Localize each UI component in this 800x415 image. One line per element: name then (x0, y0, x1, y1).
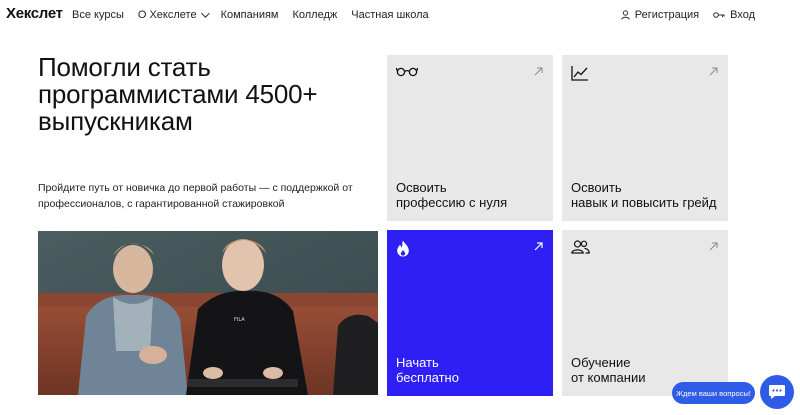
glasses-icon (396, 67, 418, 77)
auth-links: Регистрация Вход (607, 9, 755, 21)
arrow-up-right-icon (534, 242, 543, 251)
arrow-up-right-icon (534, 67, 543, 76)
hexlet-logo[interactable]: Хекслет (6, 5, 63, 22)
card-label: Обучение от компании (571, 355, 646, 385)
chat-prompt-bubble[interactable]: Ждем ваши вопросы! (672, 382, 755, 404)
svg-text:FILA: FILA (234, 317, 245, 323)
students-photo: FILA (38, 231, 378, 395)
login-link[interactable]: Вход (713, 9, 755, 21)
key-icon (713, 12, 725, 18)
chat-open-button[interactable] (760, 375, 794, 409)
chat-icon (769, 385, 785, 399)
card-profession-from-scratch[interactable]: Освоить профессию с нуля (387, 55, 553, 221)
user-icon (621, 10, 630, 20)
hero-title: Помогли стать программистами 4500+ выпус… (38, 52, 318, 136)
users-icon (571, 240, 590, 254)
arrow-up-right-icon (709, 242, 718, 251)
flame-icon (397, 240, 409, 257)
card-start-free[interactable]: Начать бесплатно (387, 230, 553, 396)
card-corporate-training[interactable]: Обучение от компании (562, 230, 728, 396)
register-link[interactable]: Регистрация (621, 9, 699, 21)
nav-item-all-courses[interactable]: Все курсы (72, 9, 124, 21)
hero-subtitle: Пройдите путь от новичка до первой работ… (38, 182, 353, 210)
card-label: Освоить навык и повысить грейд (571, 180, 717, 210)
nav-item-private-school[interactable]: Частная школа (351, 9, 428, 21)
chevron-down-icon (200, 9, 210, 18)
students-photo-illustration: FILA (38, 231, 378, 395)
main-nav: Все курсы О Хекслете Компаниям Колледж Ч… (72, 9, 443, 21)
chart-icon (571, 66, 588, 81)
card-label: Начать бесплатно (396, 355, 459, 385)
nav-item-about[interactable]: О Хекслете (138, 9, 210, 21)
nav-item-college[interactable]: Колледж (292, 9, 337, 21)
card-label: Освоить профессию с нуля (396, 180, 508, 210)
site-header: Хекслет Все курсы О Хекслете Компаниям К… (0, 0, 800, 30)
card-skill-upgrade[interactable]: Освоить навык и повысить грейд (562, 55, 728, 221)
arrow-up-right-icon (709, 67, 718, 76)
nav-item-companies[interactable]: Компаниям (221, 9, 279, 21)
